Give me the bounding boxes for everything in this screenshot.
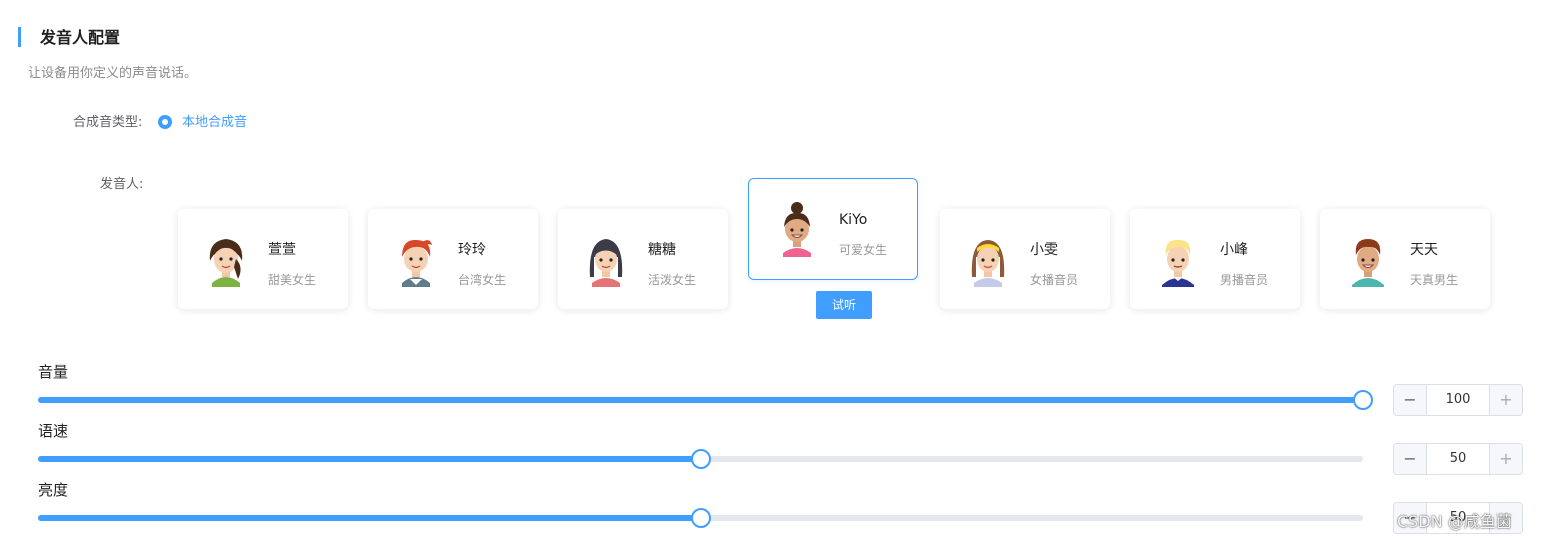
- girl-headband-avatar: [971, 240, 1005, 287]
- volume-stepper: − 100 +: [1393, 384, 1523, 416]
- speaker-desc: 女播音员: [1030, 273, 1079, 287]
- brightness-slider-fill: [38, 515, 701, 521]
- speaker-card-xuanxuan[interactable]: 萱萱 甜美女生: [178, 209, 348, 309]
- speed-label: 语速: [38, 422, 69, 440]
- volume-slider-thumb[interactable]: [1353, 390, 1373, 410]
- speed-value-input[interactable]: 50: [1427, 444, 1489, 474]
- speaker-desc: 男播音员: [1220, 273, 1269, 287]
- speaker-name: 萱萱: [268, 242, 296, 258]
- speed-increase-button[interactable]: +: [1489, 444, 1522, 474]
- page-subtitle: 让设备用你定义的声音说话。: [28, 66, 198, 81]
- speaker-desc: 台湾女生: [458, 273, 507, 287]
- speaker-name: 玲玲: [458, 242, 486, 258]
- girl-darkhair-avatar: [589, 239, 623, 287]
- synth-type-option-label[interactable]: 本地合成音: [182, 115, 247, 131]
- page-title: 发音人配置: [40, 28, 121, 47]
- girl-braid-avatar: [209, 239, 243, 287]
- speaker-card-kiyo[interactable]: KiYo 可爱女生: [748, 178, 918, 280]
- listen-button[interactable]: 试听: [816, 291, 872, 319]
- speed-slider-fill: [38, 456, 701, 462]
- speaker-card-tiantian[interactable]: 天天 天真男生: [1320, 209, 1490, 309]
- speaker-name: 小雯: [1030, 242, 1058, 258]
- synth-type-label: 合成音类型:: [73, 115, 143, 130]
- speaker-name: 天天: [1410, 242, 1438, 258]
- speaker-label: 发音人:: [100, 177, 144, 192]
- watermark-text: CSDN @咸鱼菌: [1397, 512, 1512, 531]
- speed-stepper: − 50 +: [1393, 443, 1523, 475]
- girl-redhair-avatar: [402, 239, 432, 287]
- brightness-label: 亮度: [38, 481, 69, 499]
- section-accent-bar: [18, 27, 21, 47]
- speed-slider-thumb[interactable]: [690, 449, 711, 469]
- volume-slider-fill: [38, 397, 1363, 403]
- synth-type-radio[interactable]: [158, 115, 172, 129]
- volume-label: 音量: [38, 363, 69, 381]
- brightness-slider-track[interactable]: [38, 508, 1363, 528]
- speaker-desc: 活泼女生: [648, 273, 697, 287]
- speaker-card-tangtang[interactable]: 糖糖 活泼女生: [558, 209, 728, 309]
- speed-slider-track[interactable]: [38, 449, 1363, 469]
- speaker-card-xiaowen[interactable]: 小雯 女播音员: [940, 209, 1110, 309]
- boy-blond-avatar: [1162, 239, 1194, 287]
- girl-bun-avatar: [783, 202, 811, 257]
- boy-brown-avatar: [1352, 239, 1384, 287]
- speaker-desc: 天真男生: [1410, 273, 1459, 287]
- volume-increase-button[interactable]: +: [1489, 385, 1522, 415]
- speed-decrease-button[interactable]: −: [1394, 444, 1427, 474]
- speaker-name: 糖糖: [648, 242, 676, 258]
- brightness-slider-thumb[interactable]: [690, 508, 711, 528]
- volume-value-input[interactable]: 100: [1427, 385, 1489, 415]
- volume-decrease-button[interactable]: −: [1394, 385, 1427, 415]
- speaker-name: KiYo: [839, 212, 868, 228]
- speaker-desc: 甜美女生: [268, 273, 317, 287]
- speaker-card-xiaofeng[interactable]: 小峰 男播音员: [1130, 209, 1300, 309]
- volume-slider-track[interactable]: [38, 390, 1373, 410]
- speaker-name: 小峰: [1220, 242, 1248, 258]
- speaker-card-lingling[interactable]: 玲玲 台湾女生: [368, 209, 538, 309]
- speaker-desc: 可爱女生: [839, 243, 888, 257]
